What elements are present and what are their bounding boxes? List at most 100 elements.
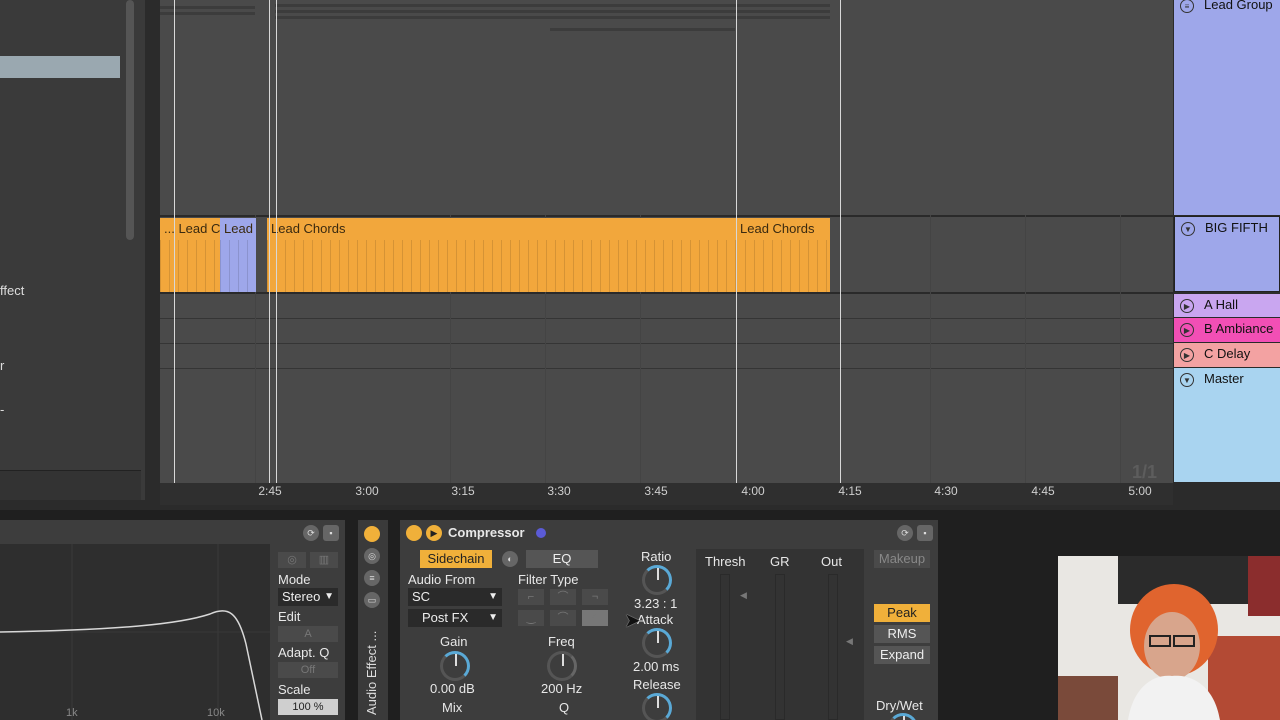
- freq-value[interactable]: 200 Hz: [541, 681, 582, 696]
- fold-down-icon[interactable]: ▼: [1181, 222, 1195, 236]
- release-knob[interactable]: [642, 693, 672, 720]
- peak-toggle[interactable]: Peak: [874, 604, 930, 622]
- scale-label: Scale: [278, 682, 311, 697]
- time-tick: 4:15: [838, 484, 862, 498]
- gain-label: Gain: [440, 634, 468, 649]
- track-header-c-delay[interactable]: ▶ C Delay: [1174, 343, 1280, 368]
- play-triangle-icon[interactable]: ▶: [426, 525, 442, 541]
- ratio-knob[interactable]: [642, 565, 672, 595]
- eq-graph-toggle-icon[interactable]: ◎: [278, 552, 306, 568]
- track-header-b-ambiance[interactable]: ▶ B Ambiance: [1174, 318, 1280, 343]
- drywet-knob[interactable]: [888, 713, 918, 720]
- mode-value: Stereo: [282, 589, 321, 604]
- mouse-pointer-icon: ➤: [624, 610, 641, 632]
- audio-from-dropdown[interactable]: SC ▼: [408, 588, 502, 606]
- attack-label: Attack: [637, 612, 674, 627]
- threshold-marker-icon[interactable]: ◀: [740, 590, 747, 601]
- rack-title: Audio Effect ...: [364, 630, 379, 715]
- hot-swap-icon[interactable]: ⟳: [303, 525, 319, 541]
- attack-value[interactable]: 2.00 ms: [633, 659, 679, 674]
- browser-item[interactable]: ffect: [0, 283, 24, 298]
- expand-toggle[interactable]: Expand: [874, 646, 930, 664]
- sidechain-toggle[interactable]: Sidechain: [420, 550, 492, 568]
- adapt-q-toggle[interactable]: Off: [278, 662, 338, 678]
- gain-value[interactable]: 0.00 dB: [430, 681, 475, 696]
- locator-marker[interactable]: [736, 0, 737, 483]
- group-icon[interactable]: ≡: [1180, 0, 1194, 13]
- audio-clip[interactable]: Lead: [220, 218, 256, 292]
- track-header-master[interactable]: ▼ Master: [1174, 368, 1280, 483]
- freq-label: 10k: [207, 707, 225, 719]
- gain-knob[interactable]: [440, 651, 470, 681]
- rack-list-icon[interactable]: ≡: [364, 570, 380, 586]
- track-header-lead-group[interactable]: ≡ Lead Group: [1174, 0, 1280, 216]
- chevron-down-icon: ▼: [488, 591, 498, 602]
- eq-curve-display[interactable]: 1k 10k: [0, 544, 270, 720]
- track-header-big-fifth[interactable]: ▼ BIG FIFTH: [1174, 216, 1280, 292]
- track-header-a-hall[interactable]: ▶ A Hall: [1174, 294, 1280, 318]
- eq-curve-svg: 1k 10k: [0, 544, 270, 720]
- loop-end-marker[interactable]: [840, 0, 841, 483]
- makeup-toggle[interactable]: Makeup: [874, 550, 930, 568]
- play-triangle-icon[interactable]: ▶: [1180, 299, 1194, 313]
- loop-start-marker[interactable]: [174, 0, 175, 483]
- time-tick: 3:15: [451, 484, 475, 498]
- highpass-filter-icon[interactable]: ⌐: [518, 589, 544, 605]
- audio-clip[interactable]: Lead Chords: [267, 218, 737, 292]
- device-activator-icon[interactable]: [406, 525, 422, 541]
- audio-from-label: Audio From: [408, 572, 476, 587]
- release-label: Release: [633, 677, 681, 692]
- presenter-image: [1058, 556, 1280, 720]
- track-name: Master: [1204, 371, 1244, 386]
- eq-toggle[interactable]: EQ: [526, 550, 598, 568]
- arrangement-view[interactable]: ... Lead C Lead Lead Chords Lead Chords …: [160, 0, 1173, 483]
- browser-selected-item[interactable]: [0, 56, 120, 78]
- fold-down-icon[interactable]: ▼: [1180, 373, 1194, 387]
- notch-filter-icon[interactable]: ‿: [518, 610, 544, 626]
- playhead-marker[interactable]: [269, 0, 270, 483]
- audio-clip[interactable]: ... Lead C: [160, 218, 220, 292]
- timeline-ruler[interactable]: 2:45 3:00 3:15 3:30 3:45 4:00 4:15 4:30 …: [160, 483, 1173, 505]
- time-tick: 4:30: [934, 484, 958, 498]
- headphones-icon[interactable]: ◐: [502, 551, 518, 567]
- thresh-label: Thresh: [705, 554, 746, 569]
- adapt-q-label: Adapt. Q: [278, 645, 330, 660]
- play-triangle-icon[interactable]: ▶: [1180, 323, 1194, 337]
- gr-label: GR: [770, 554, 790, 569]
- output-marker-icon[interactable]: ◀: [846, 636, 853, 647]
- save-preset-icon[interactable]: ▪: [917, 525, 933, 541]
- post-fx-dropdown[interactable]: Post FX ▼: [408, 609, 502, 627]
- hot-swap-icon[interactable]: ⟳: [897, 525, 913, 541]
- lowpass-filter-icon[interactable]: ¬: [582, 589, 608, 605]
- freq-knob[interactable]: [547, 651, 577, 681]
- clip-title: Lead Chords: [740, 221, 815, 236]
- scale-value[interactable]: 100 %: [278, 699, 338, 715]
- time-tick: 3:00: [355, 484, 379, 498]
- audio-clip[interactable]: Lead Chords: [736, 218, 830, 292]
- browser-scrollbar[interactable]: [126, 0, 134, 240]
- play-triangle-icon[interactable]: ▶: [1180, 348, 1194, 362]
- threshold-meter[interactable]: [720, 574, 730, 720]
- mode-label: Mode: [278, 572, 311, 587]
- browser-item[interactable]: r: [0, 358, 4, 373]
- clip-title: ... Lead C: [164, 221, 220, 236]
- shelf-filter-icon[interactable]: ◜: [582, 610, 608, 626]
- rack-macro-icon[interactable]: ◎: [364, 548, 380, 564]
- edit-toggle[interactable]: A: [278, 626, 338, 642]
- bandpass-filter-icon[interactable]: ⌒: [550, 589, 576, 605]
- gain-reduction-meter: [775, 574, 785, 720]
- spectrum-toggle-icon[interactable]: ▥: [310, 552, 338, 568]
- time-tick: 3:30: [547, 484, 571, 498]
- clip-lane: ... Lead C Lead Lead Chords Lead Chords: [160, 218, 830, 292]
- device-activator-icon[interactable]: [364, 526, 380, 542]
- browser-item[interactable]: -: [0, 402, 4, 417]
- time-tick: 4:00: [741, 484, 765, 498]
- save-preset-icon[interactable]: ▪: [323, 525, 339, 541]
- rms-toggle[interactable]: RMS: [874, 625, 930, 643]
- rack-chain-icon[interactable]: ▭: [364, 592, 380, 608]
- peak-filter-icon[interactable]: ⌒: [550, 610, 576, 626]
- device-color-dot: [536, 528, 546, 538]
- attack-knob[interactable]: [642, 628, 672, 658]
- time-tick: 2:45: [258, 484, 282, 498]
- mode-dropdown[interactable]: Stereo ▼: [278, 588, 338, 606]
